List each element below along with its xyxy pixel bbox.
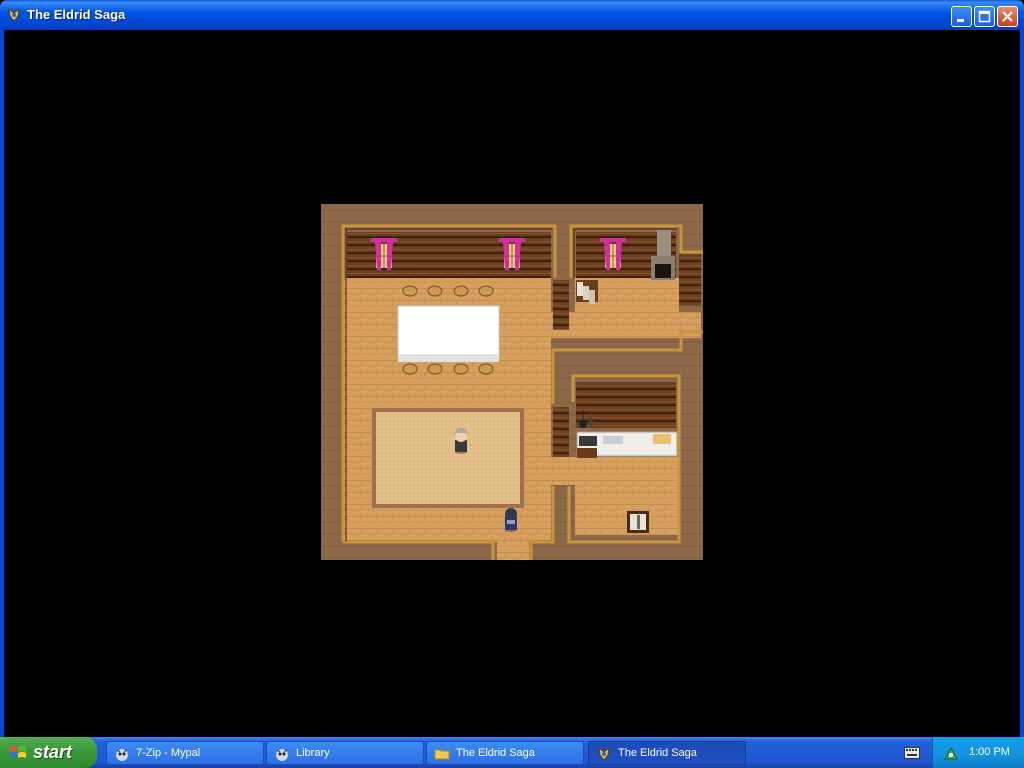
dining-table[interactable] — [397, 305, 500, 362]
kitchen-counter[interactable] — [576, 431, 678, 458]
hallway-floor[interactable] — [551, 312, 701, 338]
maximize-icon — [978, 10, 991, 23]
divider-wall-middle — [553, 407, 569, 457]
close-button[interactable] — [997, 6, 1018, 27]
small-shelf[interactable] — [627, 511, 649, 533]
divider-wall-upper — [553, 280, 569, 330]
window-title: The Eldrid Saga — [27, 7, 126, 22]
system-tray: 1:00 PM — [932, 737, 1024, 768]
browser-icon — [276, 749, 288, 761]
minimize-button[interactable] — [951, 6, 972, 27]
window-frame-right — [1020, 30, 1024, 737]
minimize-icon — [957, 19, 964, 22]
taskbar-item-label: The Eldrid Saga — [456, 747, 535, 759]
taskbar-item-7zip-mypal[interactable]: 7-Zip - Mypal — [106, 741, 264, 765]
network-icon[interactable] — [943, 745, 959, 761]
start-label: start — [33, 742, 73, 762]
exit-doorway[interactable] — [497, 542, 529, 560]
taskbar-item-label: Library — [296, 747, 330, 759]
game-map[interactable] — [321, 204, 703, 560]
clock[interactable]: 1:00 PM — [969, 746, 1010, 758]
game-icon — [598, 746, 610, 761]
taskbar-item-label: 7-Zip - Mypal — [136, 747, 201, 759]
player-character[interactable] — [505, 508, 517, 532]
game-icon — [8, 7, 20, 22]
keyboard-icon[interactable] — [904, 747, 920, 759]
staircase[interactable] — [576, 280, 598, 304]
browser-icon — [116, 749, 128, 761]
close-icon — [1002, 11, 1013, 22]
taskbar: start 7-Zip - Mypal Library The Eldrid S… — [0, 737, 1024, 768]
taskbar-item-library[interactable]: Library — [266, 741, 424, 765]
taskbar-item-label: The Eldrid Saga — [618, 747, 697, 759]
start-button[interactable]: start — [0, 737, 97, 768]
taskbar-item-eldrid-saga-folder[interactable]: The Eldrid Saga — [426, 741, 584, 765]
title-bar[interactable]: The Eldrid Saga — [0, 0, 1024, 30]
maximize-button[interactable] — [974, 6, 995, 27]
floor-rug[interactable] — [372, 408, 524, 508]
folder-icon — [434, 749, 450, 760]
taskbar-item-eldrid-saga-game[interactable]: The Eldrid Saga — [588, 741, 746, 765]
windows-logo-icon — [10, 746, 26, 758]
npc-gray-haired-character[interactable] — [454, 428, 468, 454]
hallway-log-wall — [679, 254, 701, 306]
